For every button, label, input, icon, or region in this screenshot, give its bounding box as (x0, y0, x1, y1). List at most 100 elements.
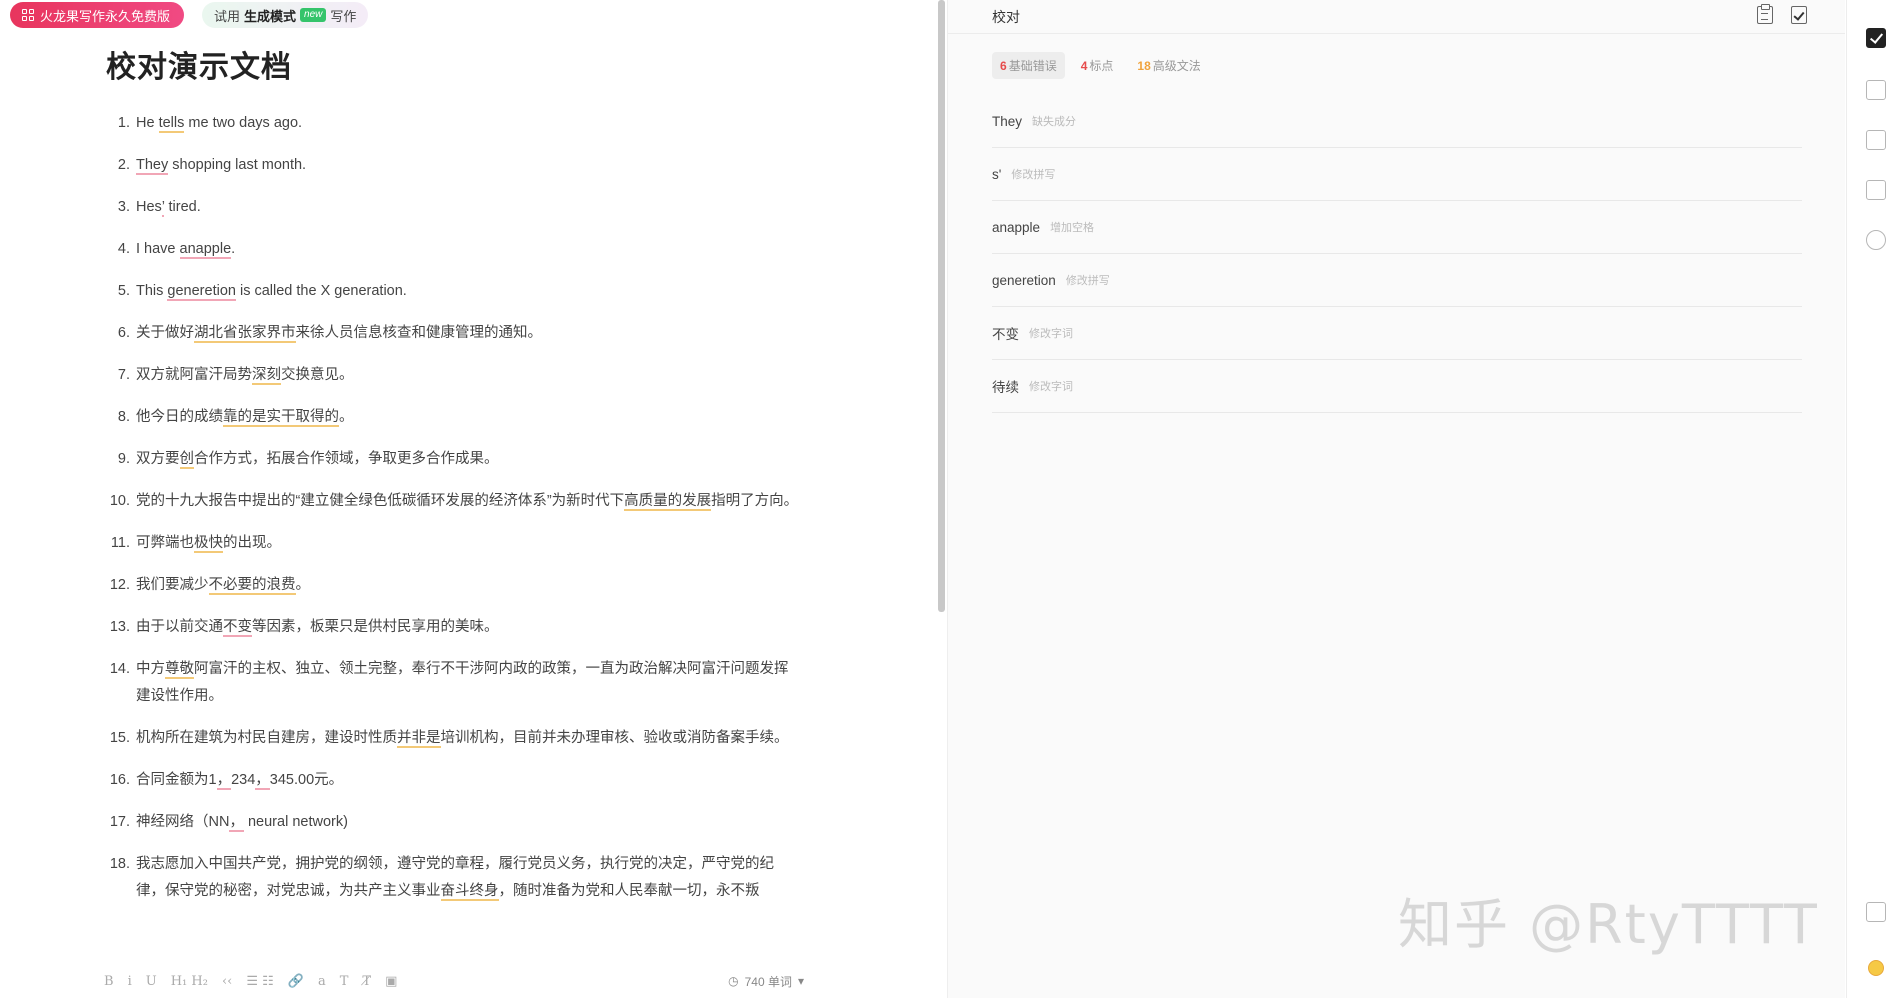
quote-button[interactable]: ‹‹ (222, 974, 232, 989)
document-line[interactable]: 9. 双方要创合作方式，拓展合作领域，争取更多合作成果。 (100, 446, 800, 473)
line-number: 14. (109, 661, 130, 677)
issue-tag: 缺失成分 (1032, 116, 1077, 128)
line-number: 9. (117, 451, 130, 467)
issue-row[interactable]: 待续 修改字词 (992, 360, 1802, 413)
document-line[interactable]: 11. 可弊端也极快的出现。 (100, 530, 800, 557)
issue-row[interactable]: anapple 增加空格 (992, 201, 1802, 254)
flagged-text[interactable]: 不必要的浪费 (208, 577, 296, 595)
document-line[interactable]: 1. He tells me two days ago. (100, 110, 800, 137)
document-line[interactable]: 5. This generetion is called the X genera… (100, 278, 800, 305)
tab-punctuation[interactable]: 4 标点 (1073, 52, 1122, 79)
flagged-text[interactable]: 不变 (223, 619, 252, 637)
flagged-text[interactable]: ， (229, 814, 244, 832)
tool-sidebar (1846, 0, 1902, 998)
document-line[interactable]: 16. 合同金额为1，234，345.00元。 (100, 767, 800, 794)
text-color-button[interactable]: a (318, 974, 326, 989)
document-body[interactable]: 1. He tells me two days ago. 2. They shoppi… (100, 110, 800, 920)
flagged-text[interactable]: 极快 (194, 535, 223, 553)
expand-icon[interactable] (1866, 902, 1886, 922)
document-line[interactable]: 13. 由于以前交通不变等因素，板栗只是供村民享用的美味。 (100, 614, 800, 641)
document-line[interactable]: 18. 我志愿加入中国共产党，拥护党的纲领，遵守党的章程，履行党员义务，执行党的决… (100, 851, 800, 905)
line-number: 3. (117, 199, 130, 215)
document-line[interactable]: 7. 双方就阿富汗局势深刻交换意见。 (100, 362, 800, 389)
check-all-icon[interactable] (1791, 6, 1807, 24)
flagged-text[interactable]: 尊敬 (165, 661, 194, 679)
watermark: 知乎 @RtyTTTT (1398, 893, 1819, 956)
translate-icon[interactable] (1866, 80, 1886, 100)
line-number: 10. (109, 493, 130, 509)
flagged-text[interactable]: 奋斗终身 (440, 883, 499, 901)
tab-count: 18 (1137, 59, 1151, 73)
proofread-icon[interactable] (1866, 28, 1886, 48)
image-button[interactable]: ▣ (385, 974, 397, 989)
line-text: me two days ago. (184, 115, 303, 131)
line-text: 神经网络（NN (136, 814, 230, 830)
emoji-icon[interactable] (1868, 960, 1884, 976)
document-title[interactable]: 校对演示文档 (106, 42, 292, 86)
flagged-text[interactable]: 湖北省张家界市 (194, 325, 296, 343)
issue-list: They 缺失成分 s' 修改拼写 anapple 增加空格 generetion 修改拼写不… (992, 95, 1802, 413)
link-button[interactable]: 🔗 (288, 974, 304, 989)
heading-buttons[interactable]: H₁ H₂ (171, 974, 208, 989)
issue-word: They (992, 113, 1023, 129)
text-style-button[interactable]: T (340, 974, 349, 989)
flagged-text[interactable]: 靠的是实干取得的 (223, 409, 339, 427)
italic-button[interactable]: i (128, 974, 132, 989)
promo-button[interactable]: 火龙果写作永久免费版 (10, 2, 185, 28)
compass-icon[interactable] (1866, 230, 1886, 250)
line-number: 1. (117, 115, 130, 131)
line-text: 。 (295, 577, 311, 593)
line-text: 合作方式，拓展合作领域，争取更多合作成果。 (194, 451, 499, 467)
underline-button[interactable]: U (146, 974, 157, 989)
favorite-icon[interactable] (1866, 180, 1886, 200)
issue-row[interactable]: 不变 修改字词 (992, 307, 1802, 360)
flagged-text[interactable]: anapple (179, 241, 232, 259)
issue-word: generetion (992, 272, 1056, 288)
document-line[interactable]: 4. I have anapple. (100, 236, 800, 263)
flagged-text[interactable]: tells (158, 115, 185, 133)
bold-button[interactable]: B (104, 974, 114, 989)
flagged-text[interactable]: ， (216, 772, 232, 790)
line-text: 合同金额为1 (136, 772, 217, 788)
editor-scrollbar[interactable] (938, 0, 945, 612)
issue-row[interactable]: s' 修改拼写 (992, 148, 1802, 201)
issue-tag: 修改字词 (1029, 381, 1073, 393)
line-text: 234 (231, 772, 256, 788)
document-line[interactable]: 2. They shopping last month. (100, 152, 800, 179)
clear-format-button[interactable]: T̸ (362, 974, 371, 989)
document-line[interactable]: 17. 神经网络（NN， neural network) (100, 809, 800, 836)
top-badges: 火龙果写作永久免费版 试用 生成模式 new 写作 (10, 2, 369, 28)
trial-mode-label: 生成模式 (244, 8, 297, 24)
word-count[interactable]: ◷ 740 单词 ▾ (728, 973, 804, 990)
flagged-text[interactable]: 并非是 (397, 730, 441, 748)
clipboard-icon[interactable] (1757, 4, 1773, 24)
flagged-text[interactable]: They (136, 157, 169, 175)
rewrite-icon[interactable] (1866, 130, 1886, 150)
document-line[interactable]: 8. 他今日的成绩靠的是实干取得的。 (100, 404, 800, 431)
trial-suffix: 写作 (330, 8, 357, 24)
list-buttons[interactable]: ☰ ☷ (246, 974, 273, 989)
document-line[interactable]: 3. Hes’ tired. (100, 194, 800, 221)
document-line[interactable]: 10. 党的十九大报告中提出的“建立健全绿色低碳循环发展的经济体系”为新时代下高质… (100, 488, 800, 515)
tab-advanced-grammar[interactable]: 18 高级文法 (1129, 52, 1208, 79)
issue-row[interactable]: generetion 修改拼写 (992, 254, 1802, 307)
issue-word: 待续 (992, 380, 1019, 395)
flagged-text[interactable]: 深刻 (252, 367, 281, 385)
document-line[interactable]: 15. 机构所在建筑为村民自建房，建设时性质并非是培训机构，目前并未办理审核、验收… (100, 725, 800, 752)
flagged-text[interactable]: generetion (167, 283, 236, 301)
trial-mode-button[interactable]: 试用 生成模式 new 写作 (202, 2, 369, 28)
line-text: This (136, 283, 168, 299)
line-number: 6. (117, 325, 130, 341)
line-text: shopping last month. (168, 157, 307, 173)
line-text: 可弊端也 (136, 535, 194, 551)
flagged-text[interactable]: 高质量的发展 (624, 493, 712, 511)
proof-tabs: 6 基础错误 4 标点 18 高级文法 (992, 52, 1209, 79)
tab-basic-errors[interactable]: 6 基础错误 (992, 52, 1065, 79)
trial-prefix: 试用 (214, 8, 241, 24)
issue-row[interactable]: They 缺失成分 (992, 95, 1802, 148)
document-line[interactable]: 12. 我们要减少不必要的浪费。 (100, 572, 800, 599)
flagged-text[interactable]: 创 (179, 451, 194, 469)
document-line[interactable]: 14. 中方尊敬阿富汗的主权、独立、领土完整，奉行不干涉阿内政的政策，一直为政治解… (100, 656, 800, 710)
flagged-text[interactable]: ， (255, 772, 270, 790)
document-line[interactable]: 6. 关于做好湖北省张家界市来徐人员信息核查和健康管理的通知。 (100, 320, 800, 347)
